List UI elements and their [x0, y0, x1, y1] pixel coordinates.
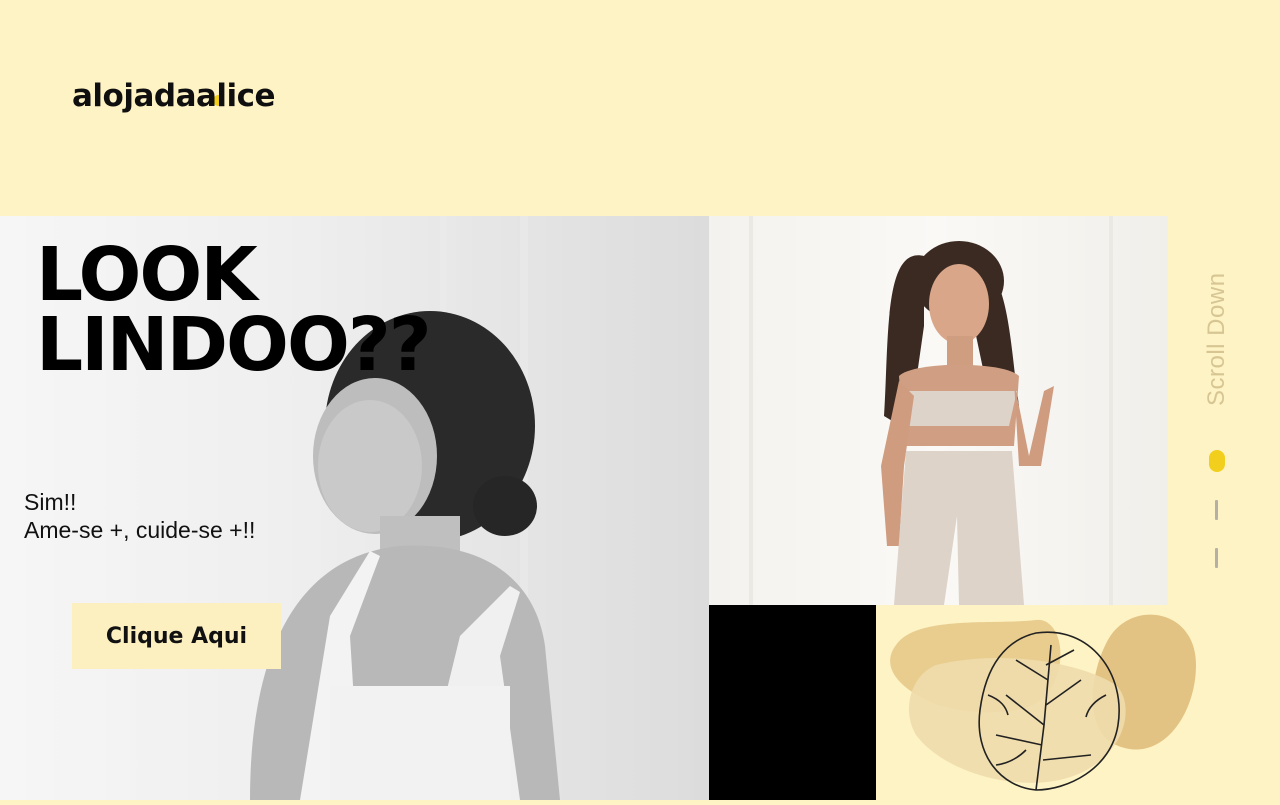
hero-headline: LOOK LINDOO??	[36, 232, 432, 388]
black-color-block	[709, 605, 876, 800]
logo-text: alojadaalice	[72, 78, 276, 114]
decorative-shapes	[876, 605, 1216, 800]
brand-logo[interactable]: alojadaalice	[72, 74, 276, 118]
hero-photo-right-image	[749, 216, 1113, 605]
scroll-indicator-active-dot[interactable]	[1209, 450, 1225, 472]
scroll-indicator-line-2[interactable]	[1215, 548, 1218, 568]
monstera-leaf-icon	[890, 614, 1196, 791]
scroll-indicator-line-1[interactable]	[1215, 500, 1218, 520]
hero-photo-right	[709, 216, 1168, 605]
clique-aqui-button[interactable]: Clique Aqui	[72, 603, 281, 669]
hero-subtext: Sim!! Ame-se +, cuide-se +!!	[24, 489, 256, 543]
scroll-down-label: Scroll Down	[1203, 272, 1230, 406]
